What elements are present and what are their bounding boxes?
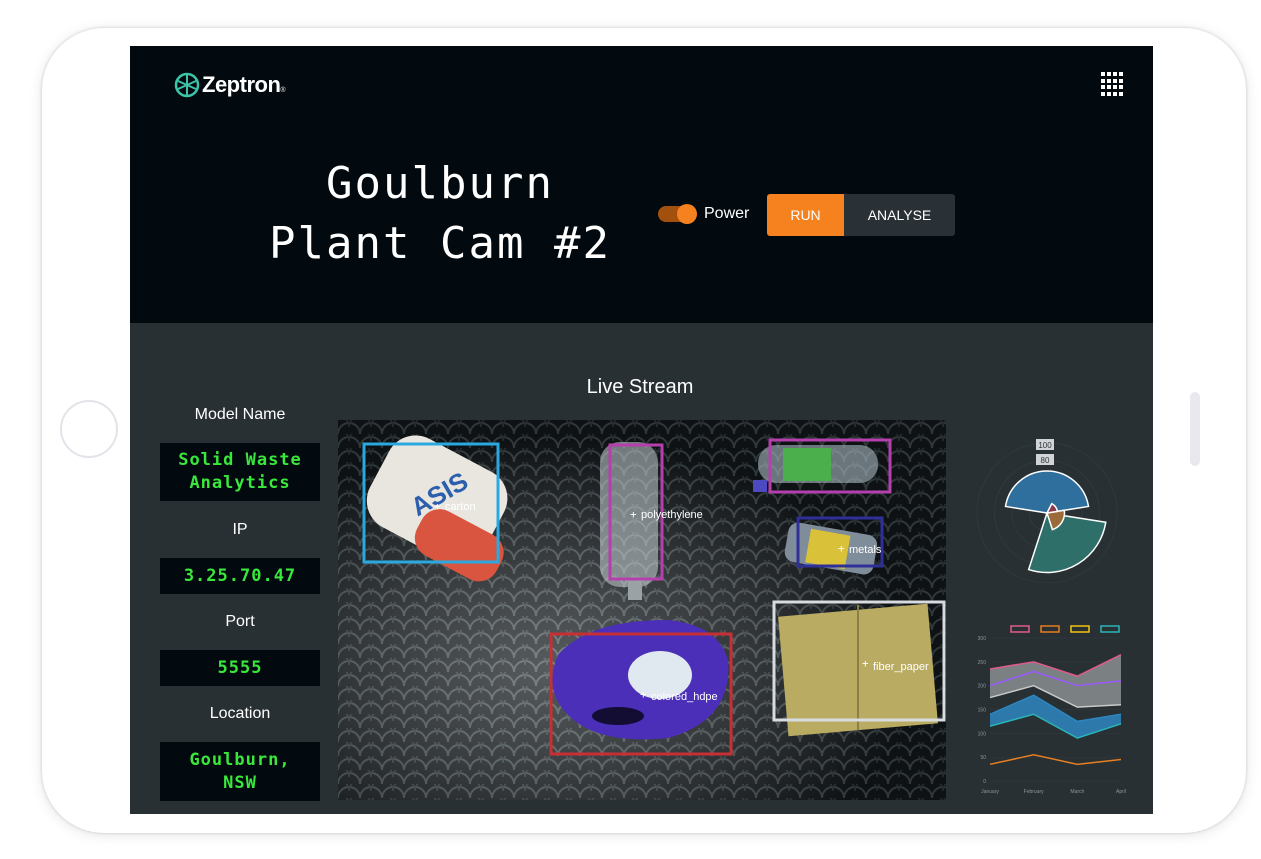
side-button[interactable] [1190, 392, 1200, 466]
y-tick-label: 150 [978, 708, 987, 714]
detection-label-metals: metals [849, 544, 882, 556]
svg-text:+: + [862, 657, 869, 670]
power-toggle-knob[interactable] [677, 204, 697, 224]
page-title: Goulburn Plant Cam #2 [269, 158, 611, 269]
y-tick-label: 200 [978, 684, 987, 690]
y-tick-label: 250 [978, 660, 987, 666]
header: Zeptron ® Goulburn Plant Cam #2 Power RU… [130, 46, 1153, 323]
analyse-button[interactable]: ANALYSE [844, 194, 955, 236]
detection-label-carton: carton [445, 501, 476, 513]
app-screen: Zeptron ® Goulburn Plant Cam #2 Power RU… [130, 46, 1153, 814]
logo[interactable]: Zeptron ® [174, 72, 286, 98]
mode-button-group: RUN ANALYSE [767, 194, 955, 236]
y-tick-label: 300 [978, 636, 987, 642]
power-toggle[interactable] [658, 204, 697, 224]
x-tick-label: February [1024, 789, 1045, 795]
detection-label-fiber-paper: fiber_paper [873, 661, 929, 673]
svg-text:+: + [434, 500, 441, 513]
brand-mark: ® [280, 86, 286, 94]
polar-tick-label: 100 [1038, 441, 1052, 450]
detection-label-polyethylene: polyethylene [641, 509, 703, 521]
y-tick-label: 0 [983, 779, 986, 785]
port-value: 5555 [160, 650, 320, 686]
live-stream-title: Live Stream [586, 376, 694, 398]
model-name-value: Solid Waste Analytics [160, 443, 320, 501]
port-label: Port [225, 613, 255, 630]
location-value: Goulburn, NSW [160, 742, 320, 801]
ip-label: IP [232, 521, 248, 538]
x-tick-label: March [1070, 789, 1084, 795]
y-tick-label: 50 [980, 755, 986, 761]
brand-name: Zeptron [202, 72, 281, 97]
svg-text:+: + [640, 688, 647, 701]
area-band [990, 654, 1121, 708]
polar-tick-label: 80 [1041, 456, 1050, 465]
legend-swatch[interactable] [1010, 625, 1030, 633]
legend-swatch[interactable] [1100, 625, 1120, 633]
run-button[interactable]: RUN [767, 194, 844, 236]
area-line-chart[interactable]: 0 50 100 150 200 250 300 January February March Ap… [976, 623, 1126, 798]
series-line[interactable] [989, 754, 1122, 766]
model-name-label: Model Name [194, 406, 286, 423]
y-tick-label: 100 [978, 731, 987, 737]
x-tick-label: January [981, 789, 999, 795]
svg-text:+: + [630, 508, 637, 521]
svg-text:+: + [838, 542, 845, 555]
legend-swatch[interactable] [1040, 625, 1060, 633]
legend-swatch[interactable] [1070, 625, 1090, 633]
polar-area-chart[interactable]: 100 80 [970, 433, 1125, 583]
power-label: Power [704, 205, 750, 222]
location-label: Location [209, 705, 271, 722]
polar-slice[interactable] [1027, 512, 1107, 574]
polar-slice[interactable] [1004, 470, 1090, 514]
main-panel: Live Stream Model Name Solid Waste Analy… [130, 323, 1153, 814]
ip-value: 3.25.70.47 [160, 558, 320, 594]
zeptron-logo-icon [174, 72, 200, 98]
x-tick-label: April [1116, 789, 1126, 795]
detection-label-colored-hdpe: colored_hdpe [651, 691, 718, 703]
grid-apps-icon[interactable] [1101, 72, 1125, 96]
live-stream-video[interactable]: ASIS + carton + polyethylene + metals + … [338, 420, 946, 800]
home-button[interactable] [60, 400, 118, 458]
